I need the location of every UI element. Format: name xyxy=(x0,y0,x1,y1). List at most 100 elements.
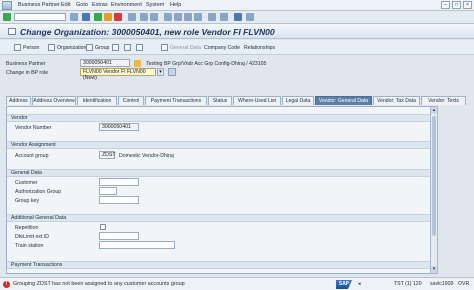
edit-icon-button[interactable] xyxy=(124,43,131,52)
group-key-field[interactable] xyxy=(99,196,139,204)
status-message[interactable]: Grouping ZDST has not been assigned to a… xyxy=(13,281,185,287)
menu-help[interactable]: Help xyxy=(170,2,181,8)
section-general-data: General Data xyxy=(7,169,437,177)
vertical-scrollbar[interactable]: ▴ ▾ xyxy=(430,106,438,274)
layout-icon[interactable] xyxy=(246,13,254,21)
group-label: Group xyxy=(95,44,110,51)
menu-business-partner[interactable]: Business Partner xyxy=(18,2,60,8)
section-payment-transactions: Payment Transactions xyxy=(7,261,437,269)
tab-legal-data[interactable]: Legal Data xyxy=(282,96,314,105)
switch-icon-button[interactable] xyxy=(112,43,119,52)
section-vendor-assignment: Vendor Assignment xyxy=(7,141,437,149)
account-group-field[interactable]: ZDST xyxy=(99,151,116,159)
exit-icon[interactable] xyxy=(104,13,112,21)
find-next-icon[interactable] xyxy=(150,13,158,21)
menu-bar: Business Partner Edit Goto Extras Enviro… xyxy=(0,0,474,11)
person-label: Person xyxy=(23,44,40,51)
chevron-down-icon[interactable]: ▾ xyxy=(157,68,164,76)
previous-page-icon[interactable] xyxy=(174,13,182,21)
tab-address[interactable]: Address xyxy=(6,96,31,105)
application-toolbar: Person Organization Group General Data C… xyxy=(0,40,474,55)
cancel-icon[interactable] xyxy=(114,13,122,21)
new-session-icon[interactable] xyxy=(208,13,216,21)
right-margin xyxy=(440,106,468,274)
menu-extras[interactable]: Extras xyxy=(92,2,108,8)
tab-status[interactable]: Status xyxy=(208,96,232,105)
person-icon xyxy=(14,44,21,51)
general-data-icon xyxy=(161,44,168,51)
dtelimit-field[interactable] xyxy=(99,232,139,240)
organization-icon xyxy=(134,60,141,67)
enter-icon[interactable] xyxy=(3,13,11,21)
tab-vendor-texts[interactable]: Vendor: Texts xyxy=(421,96,466,105)
repetition-label: Repetition xyxy=(15,225,39,231)
repetition-checkbox[interactable] xyxy=(100,224,106,230)
organization-label: Organization xyxy=(57,44,87,51)
tab-payment-transactions[interactable]: Payment Transactions xyxy=(145,96,207,105)
command-field[interactable] xyxy=(14,13,66,21)
tab-vendor-tax-data[interactable]: Vendor: Tax Data xyxy=(373,96,420,105)
person-button[interactable]: Person xyxy=(14,43,39,52)
tab-vendor-general-data[interactable]: Vendor: General Data xyxy=(315,96,372,105)
menu-system[interactable]: System xyxy=(146,2,164,8)
train-station-field[interactable] xyxy=(99,241,175,249)
menu-edit[interactable]: Edit xyxy=(61,2,70,8)
company-code-label: Company Code xyxy=(204,44,241,51)
switch-icon xyxy=(112,44,119,51)
train-station-label: Train station xyxy=(15,243,44,249)
tab-where-used-list[interactable]: Where-Used List xyxy=(233,96,281,105)
last-page-icon[interactable] xyxy=(194,13,202,21)
server-name: savlc1909 xyxy=(430,281,454,287)
customer-field[interactable] xyxy=(99,178,139,186)
close-icon[interactable]: × xyxy=(463,1,472,9)
menu-environment[interactable]: Environment xyxy=(111,2,142,8)
maximize-icon[interactable]: □ xyxy=(452,1,461,9)
scroll-down-icon[interactable]: ▾ xyxy=(431,266,437,273)
title-bar: Change Organization: 3000050401, new rol… xyxy=(0,24,474,39)
vendor-general-data-panel: Vendor Vendor Number 3000050401 Vendor A… xyxy=(6,106,438,274)
minimize-icon[interactable]: – xyxy=(441,1,450,9)
organization-icon xyxy=(48,44,55,51)
general-data-button[interactable]: General Data xyxy=(161,43,201,52)
system-info[interactable]: TST (1) 120 xyxy=(394,281,422,287)
save-icon[interactable] xyxy=(82,13,90,21)
tab-identification[interactable]: Identification xyxy=(77,96,117,105)
tab-control[interactable]: Control xyxy=(118,96,144,105)
error-icon: ! xyxy=(3,281,10,288)
bp-number-field[interactable]: 3000050401 xyxy=(80,59,130,67)
next-page-icon[interactable] xyxy=(184,13,192,21)
bp-role-dropdown[interactable]: FLVN00 Vendor FI FLVN00 (New) xyxy=(80,68,156,81)
authorization-group-field[interactable] xyxy=(99,187,117,195)
dtelimit-label: DteLimit ext.ID xyxy=(15,234,50,240)
history-dropdown-icon[interactable] xyxy=(70,13,78,21)
sap-menu-icon[interactable] xyxy=(2,1,12,10)
bp-description: Testing BP Grp/Vndr Acc Grp Config-Dhira… xyxy=(146,61,267,67)
first-page-icon[interactable] xyxy=(164,13,172,21)
collapse-status-icon[interactable]: ◂ xyxy=(358,281,361,287)
help-icon[interactable] xyxy=(234,13,242,21)
find-icon[interactable] xyxy=(140,13,148,21)
insert-mode: OVR xyxy=(458,281,470,287)
scroll-thumb[interactable] xyxy=(432,116,436,236)
section-vendor: Vendor xyxy=(7,114,437,122)
scroll-up-icon[interactable]: ▴ xyxy=(431,107,437,114)
relationships-label: Relationships xyxy=(244,44,276,51)
account-group-description: Domestic Vendor-Dhiraj xyxy=(119,153,174,159)
company-code-button[interactable]: Company Code xyxy=(204,43,240,52)
vendor-number-field[interactable]: 3000050401 xyxy=(99,123,139,131)
sap-logo: SAP xyxy=(336,280,352,289)
menu-goto[interactable]: Goto xyxy=(76,2,88,8)
sync-icon-button[interactable] xyxy=(136,43,143,52)
authorization-group-label: Authorization Group xyxy=(15,189,62,195)
role-switch-icon[interactable] xyxy=(168,68,176,76)
group-button[interactable]: Group xyxy=(86,43,109,52)
shortcut-icon[interactable] xyxy=(220,13,228,21)
group-icon xyxy=(86,44,93,51)
vendor-number-label: Vendor Number xyxy=(15,125,52,131)
status-bar: ! Grouping ZDST has not been assigned to… xyxy=(0,277,474,290)
back-icon[interactable] xyxy=(94,13,102,21)
tab-address-overview[interactable]: Address Overview xyxy=(32,96,76,105)
relationships-button[interactable]: Relationships xyxy=(244,43,275,52)
organization-button[interactable]: Organization xyxy=(48,43,86,52)
print-icon[interactable] xyxy=(128,13,136,21)
